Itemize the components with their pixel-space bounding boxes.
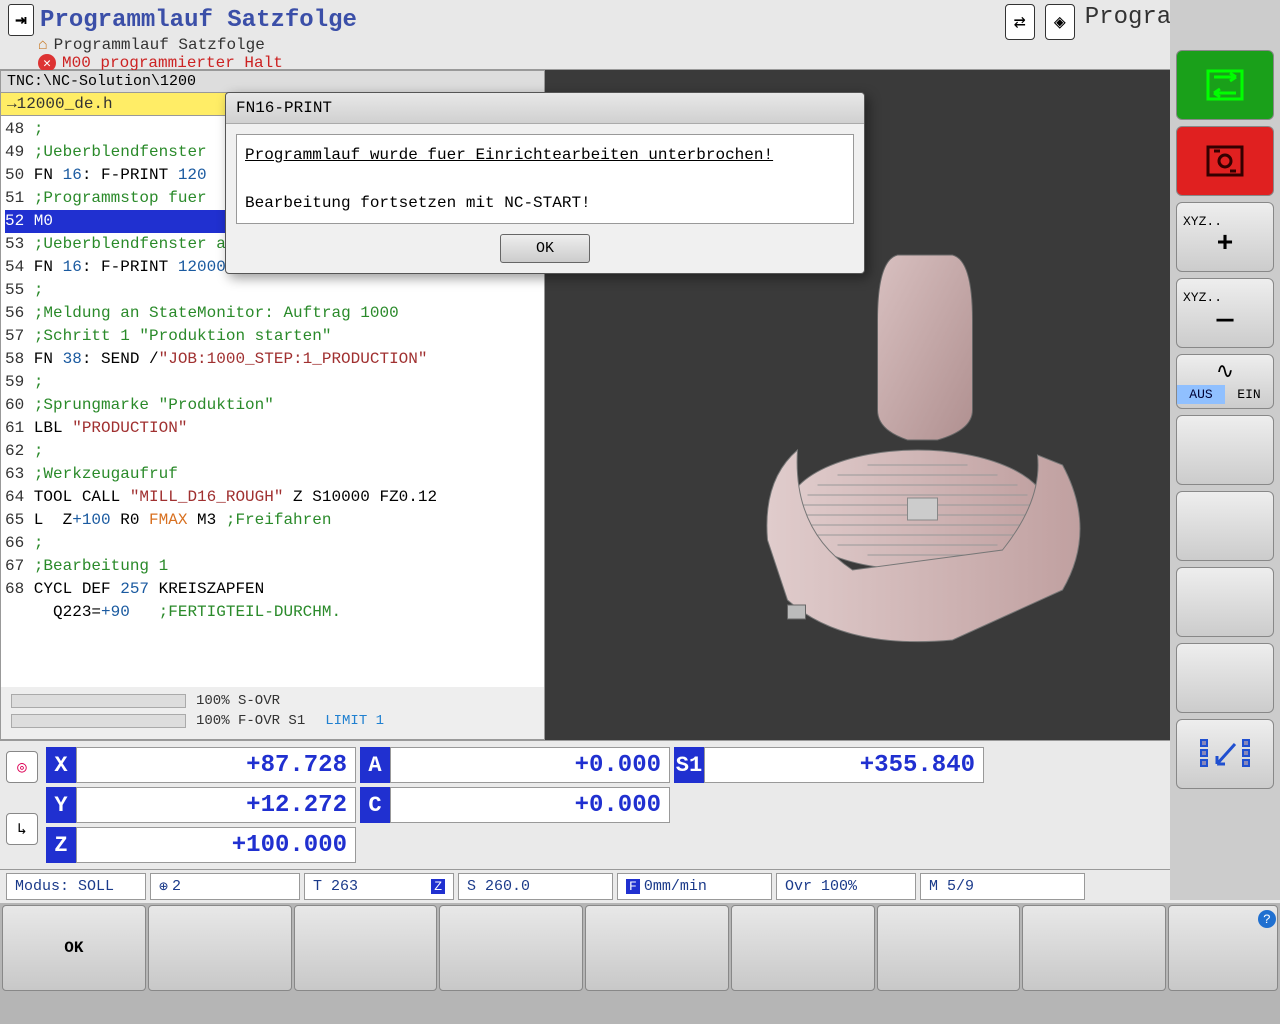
dro-panel: ◎ ↳ X+87.728Y+12.272Z+100.000 A+0.000C+0… [0,740,1280,869]
dialog-ok-button[interactable]: OK [500,234,590,263]
dro-icon-1[interactable]: ◎ [6,751,38,783]
status-m[interactable]: M 5/9 [920,873,1085,900]
axis-label: C [360,787,390,823]
help-icon[interactable]: ? [1258,910,1276,928]
axis-label: Y [46,787,76,823]
prog-icon[interactable]: ◈ [1045,4,1075,40]
code-line[interactable]: 65 L Z+100 R0 FMAX M3 ;Freifahren [5,509,540,532]
side-btn-select[interactable] [1176,719,1274,789]
axis-label: X [46,747,76,783]
code-line[interactable]: 60 ;Sprungmarke "Produktion" [5,394,540,417]
code-line[interactable]: 58 FN 38: SEND /"JOB:1000_STEP:1_PRODUCT… [5,348,540,371]
dro-row-Y: Y+12.272 [46,787,356,823]
mode-icon: ⇥ [8,4,34,36]
axis-value: +87.728 [76,747,356,783]
s-ovr-bar[interactable] [11,694,186,708]
code-line[interactable]: 67 ;Bearbeitung 1 [5,555,540,578]
side-btn-blank4[interactable] [1176,643,1274,713]
axis-label: S1 [674,747,704,783]
side-panel: XYZ..+ XYZ..— ∿ AUSEIN [1170,0,1280,900]
softkey-3[interactable] [294,905,438,991]
axis-value: +0.000 [390,747,670,783]
side-btn-blank1[interactable] [1176,415,1274,485]
softkey-2[interactable] [148,905,292,991]
code-line[interactable]: 55 ; [5,279,540,302]
code-line[interactable]: 62 ; [5,440,540,463]
softkey-1[interactable]: OK [2,905,146,991]
path-bar: TNC:\NC-Solution\1200 [1,71,544,93]
code-line[interactable]: 61 LBL "PRODUCTION" [5,417,540,440]
axis-value: +100.000 [76,827,356,863]
softkey-6[interactable] [731,905,875,991]
side-btn-blank2[interactable] [1176,491,1274,561]
code-line[interactable]: Q223=+90 ;FERTIGTEIL-DURCHM. [5,601,540,624]
dro-row-S1: S1+355.840 [674,747,984,783]
axis-value: +0.000 [390,787,670,823]
status-modus[interactable]: Modus: SOLL [6,873,146,900]
status-feed[interactable]: F0mm/min [617,873,772,900]
status-bar: Modus: SOLL ⊕2 T 263Z S 260.0 F0mm/min O… [0,869,1280,903]
home-icon: ⌂ [38,36,48,54]
dro-icon-2[interactable]: ↳ [6,813,38,845]
dialog-message: Programmlauf wurde fuer Einrichtearbeite… [236,134,854,224]
softkey-row: OK [0,903,1280,993]
header: ⇥Programmlauf Satzfolge ⌂ Programmlauf S… [0,0,1280,70]
dialog-title: FN16-PRINT [226,93,864,124]
side-btn-blank3[interactable] [1176,567,1274,637]
swap-icon[interactable]: ⇄ [1005,4,1035,40]
softkey-4[interactable] [439,905,583,991]
code-line[interactable]: 68 CYCL DEF 257 KREISZAPFEN [5,578,540,601]
axis-value: +12.272 [76,787,356,823]
code-line[interactable]: 66 ; [5,532,540,555]
override-bars: 100% S-OVR 100% F-OVR S1LIMIT 1 [1,687,544,739]
code-line[interactable]: 56 ;Meldung an StateMonitor: Auftrag 100… [5,302,540,325]
side-btn-stop[interactable] [1176,126,1274,196]
status-datum[interactable]: ⊕2 [150,873,300,900]
dro-row-A: A+0.000 [360,747,670,783]
code-line[interactable]: 64 TOOL CALL "MILL_D16_ROUGH" Z S10000 F… [5,486,540,509]
breadcrumb: ⌂ Programmlauf Satzfolge [38,36,1005,54]
side-btn-zoom-out[interactable]: XYZ..— [1176,278,1274,348]
status-tool[interactable]: T 263Z [304,873,454,900]
dro-row-C: C+0.000 [360,787,670,823]
side-btn-run[interactable] [1176,50,1274,120]
axis-value: +355.840 [704,747,984,783]
mode-title: ⇥Programmlauf Satzfolge [8,4,1005,36]
axis-label: A [360,747,390,783]
code-line[interactable]: 63 ;Werkzeugaufruf [5,463,540,486]
softkey-8[interactable] [1022,905,1166,991]
code-line[interactable]: 59 ; [5,371,540,394]
side-btn-zoom-in[interactable]: XYZ..+ [1176,202,1274,272]
softkey-7[interactable] [877,905,1021,991]
status-speed[interactable]: S 260.0 [458,873,613,900]
axis-label: Z [46,827,76,863]
dro-row-Z: Z+100.000 [46,827,356,863]
f-ovr-bar[interactable] [11,714,186,728]
status-ovr[interactable]: Ovr 100% [776,873,916,900]
softkey-5[interactable] [585,905,729,991]
side-btn-wave[interactable]: ∿ AUSEIN [1176,354,1274,409]
dialog-fn16: FN16-PRINT Programmlauf wurde fuer Einri… [225,92,865,274]
dro-row-X: X+87.728 [46,747,356,783]
code-line[interactable]: 57 ;Schritt 1 "Produktion starten" [5,325,540,348]
